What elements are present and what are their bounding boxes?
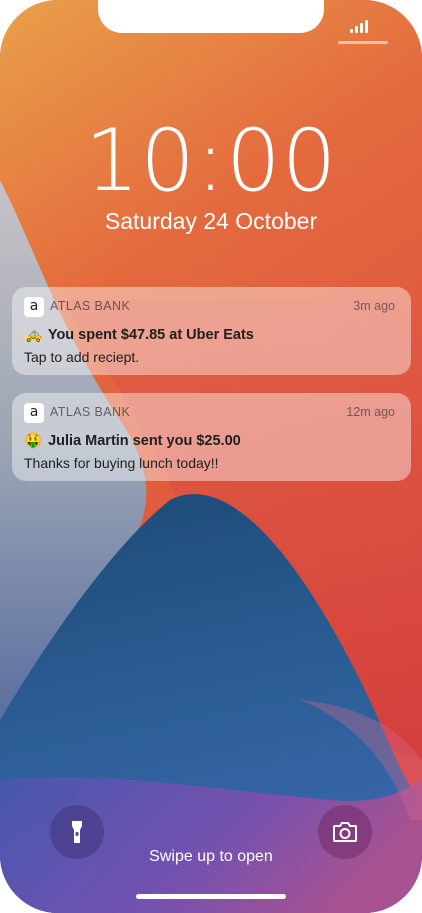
notification-card[interactable]: a ATLAS BANK 12m ago 🤑 Julia Martin sent… <box>12 393 411 481</box>
atlas-bank-app-icon: a <box>24 297 44 317</box>
notification-time: 12m ago <box>346 405 395 419</box>
taxi-emoji-icon: 🚕 <box>24 327 43 343</box>
home-indicator[interactable] <box>136 894 286 899</box>
notification-time: 3m ago <box>353 299 395 313</box>
notification-header: a ATLAS BANK 12m ago <box>24 403 399 425</box>
notification-title: 🤑 Julia Martin sent you $25.00 <box>24 431 399 451</box>
notification-app-name: ATLAS BANK <box>50 299 131 313</box>
swipe-up-hint: Swipe up to open <box>149 848 273 865</box>
notification-body: Thanks for buying lunch today!! <box>24 455 219 471</box>
lock-screen: 10:00 Saturday 24 October a ATLAS BANK 3… <box>0 0 422 913</box>
signal-icon <box>350 20 370 33</box>
notification-body: Tap to add reciept. <box>24 349 140 365</box>
lock-screen-date: Saturday 24 October <box>104 208 318 234</box>
notification-title-text: Julia Martin sent you $25.00 <box>48 433 241 449</box>
atlas-bank-app-icon: a <box>24 403 44 423</box>
notification-title-text: You spent $47.85 at Uber Eats <box>47 327 254 343</box>
notification-card[interactable]: a ATLAS BANK 3m ago 🚕 You spent $47.85 a… <box>12 287 411 375</box>
notification-header: a ATLAS BANK 3m ago <box>24 297 399 319</box>
money-face-emoji-icon: 🤑 <box>24 433 43 449</box>
notification-title: 🚕 You spent $47.85 at Uber Eats <box>24 325 399 345</box>
notification-app-name: ATLAS BANK <box>50 405 131 419</box>
control-center-indicator[interactable] <box>338 41 388 44</box>
lock-screen-time: 10:00 <box>84 111 338 211</box>
notch <box>98 0 324 33</box>
